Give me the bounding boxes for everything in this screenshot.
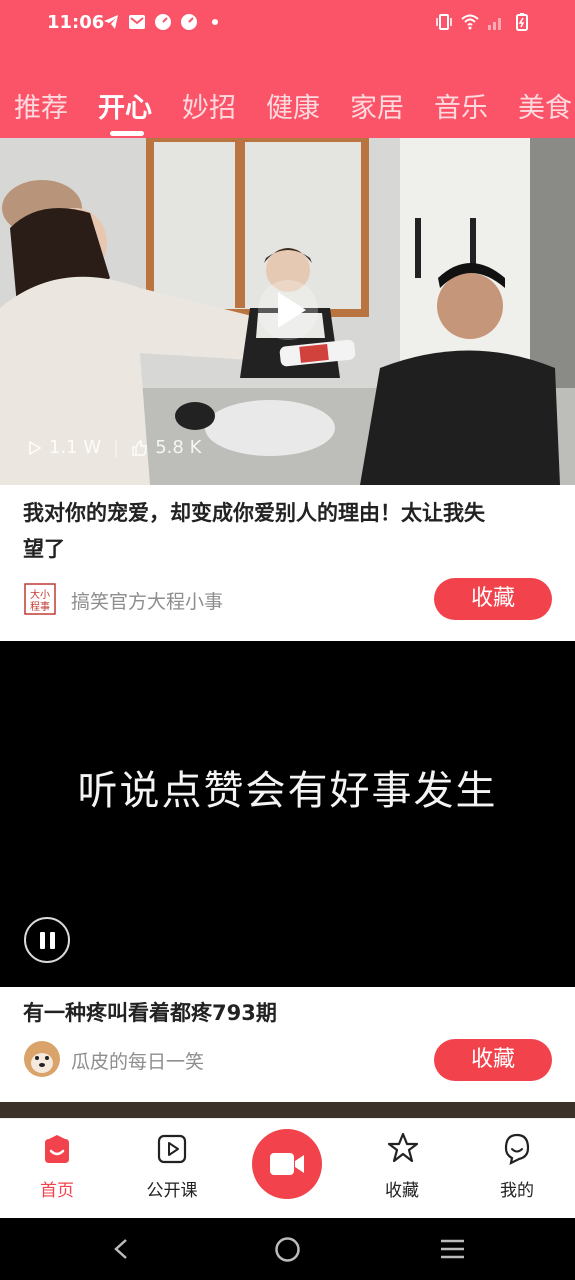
- video-scene-image: [0, 138, 575, 485]
- author-avatar-2[interactable]: [24, 1041, 60, 1077]
- profile-icon: [504, 1133, 530, 1165]
- active-tab-indicator: [110, 131, 144, 136]
- play-count: 1.1 W: [49, 437, 102, 458]
- system-navigation-bar: [0, 1218, 575, 1280]
- home-icon: [45, 1135, 69, 1163]
- tab-tips[interactable]: 妙招: [182, 86, 236, 125]
- tab-recommend[interactable]: 推荐: [14, 86, 68, 125]
- nav-home[interactable]: 首页: [17, 1119, 97, 1219]
- video-title-2[interactable]: 有一种疼叫看着都疼793期: [23, 995, 277, 1031]
- back-icon[interactable]: [110, 1237, 134, 1261]
- nav-course-label: 公开课: [146, 1181, 198, 1201]
- video-stats: 1.1 W | 5.8 K: [27, 437, 201, 458]
- bottom-navigation: 首页 公开课 收藏 我的: [0, 1118, 575, 1218]
- dot-icon: [212, 19, 218, 25]
- tab-health[interactable]: 健康: [266, 86, 320, 125]
- video-title-1-line2: 望了: [23, 537, 65, 561]
- recents-menu-icon[interactable]: [439, 1237, 466, 1261]
- speed-icon: [155, 14, 171, 30]
- battery-icon: [516, 13, 528, 31]
- video-title-1[interactable]: 我对你的宠爱，却变成你爱别人的理由！太让我失 望了: [23, 495, 485, 567]
- favorite-button-2[interactable]: 收藏: [434, 1039, 552, 1081]
- home-circle-icon[interactable]: [274, 1236, 301, 1263]
- author-avatar-1[interactable]: 大小 程事: [24, 583, 56, 615]
- nav-mine-label: 我的: [500, 1181, 534, 1201]
- favorite-button-1[interactable]: 收藏: [434, 578, 552, 620]
- video-course-icon: [157, 1134, 187, 1164]
- pause-bar-right: [50, 932, 55, 949]
- star-icon: [387, 1132, 419, 1163]
- tab-music[interactable]: 音乐: [434, 86, 488, 125]
- record-video-button[interactable]: [252, 1129, 322, 1199]
- speed-icon-2: [181, 14, 197, 30]
- signal-icon: [488, 18, 501, 30]
- category-tabs: 推荐 开心 妙招 健康 家居 音乐 美食: [0, 86, 575, 130]
- status-bar: 11:06: [0, 0, 575, 48]
- author-name-1[interactable]: 搞笑官方大程小事: [71, 587, 223, 614]
- like-icon: [132, 439, 148, 456]
- pause-bar-left: [40, 932, 45, 949]
- nav-course[interactable]: 公开课: [132, 1119, 212, 1219]
- feed-card-2-info: 有一种疼叫看着都疼793期 瓜皮的每日一笑 收藏: [0, 987, 575, 1102]
- video-thumbnail-1[interactable]: 1.1 W | 5.8 K: [0, 138, 575, 485]
- svg-text:大小: 大小: [30, 588, 50, 601]
- nav-home-label: 首页: [40, 1181, 74, 1201]
- video-camera-icon: [270, 1153, 304, 1175]
- video-player-2[interactable]: 听说点赞会有好事发生: [0, 641, 575, 987]
- nav-mine[interactable]: 我的: [477, 1119, 557, 1219]
- like-count: 5.8 K: [155, 437, 202, 458]
- status-time: 11:06: [47, 12, 105, 33]
- next-card-peek: [0, 1102, 575, 1118]
- author-name-2[interactable]: 瓜皮的每日一笑: [71, 1047, 204, 1074]
- svg-text:程事: 程事: [30, 600, 50, 613]
- feed-card-1-info: 我对你的宠爱，却变成你爱别人的理由！太让我失 望了 大小 程事 搞笑官方大程小事…: [0, 485, 575, 641]
- video-title-1-line1: 我对你的宠爱，却变成你爱别人的理由！太让我失: [23, 501, 485, 525]
- wifi-icon: [461, 14, 479, 30]
- tab-home[interactable]: 家居: [350, 86, 404, 125]
- vibrate-icon: [436, 14, 452, 30]
- nav-favorites[interactable]: 收藏: [362, 1119, 442, 1219]
- video-subtitle: 听说点赞会有好事发生: [77, 768, 498, 814]
- stats-divider: |: [113, 437, 120, 458]
- pause-button[interactable]: [24, 917, 70, 963]
- tab-food[interactable]: 美食: [518, 86, 572, 125]
- mail-icon: [129, 15, 145, 29]
- nav-favorites-label: 收藏: [385, 1181, 419, 1201]
- app-header: 11:06 推荐 开心 妙招 健康 家居 音乐 美食: [0, 0, 575, 138]
- tab-happy[interactable]: 开心: [98, 86, 152, 125]
- play-count-icon: [29, 440, 42, 455]
- telegram-icon: [104, 15, 118, 29]
